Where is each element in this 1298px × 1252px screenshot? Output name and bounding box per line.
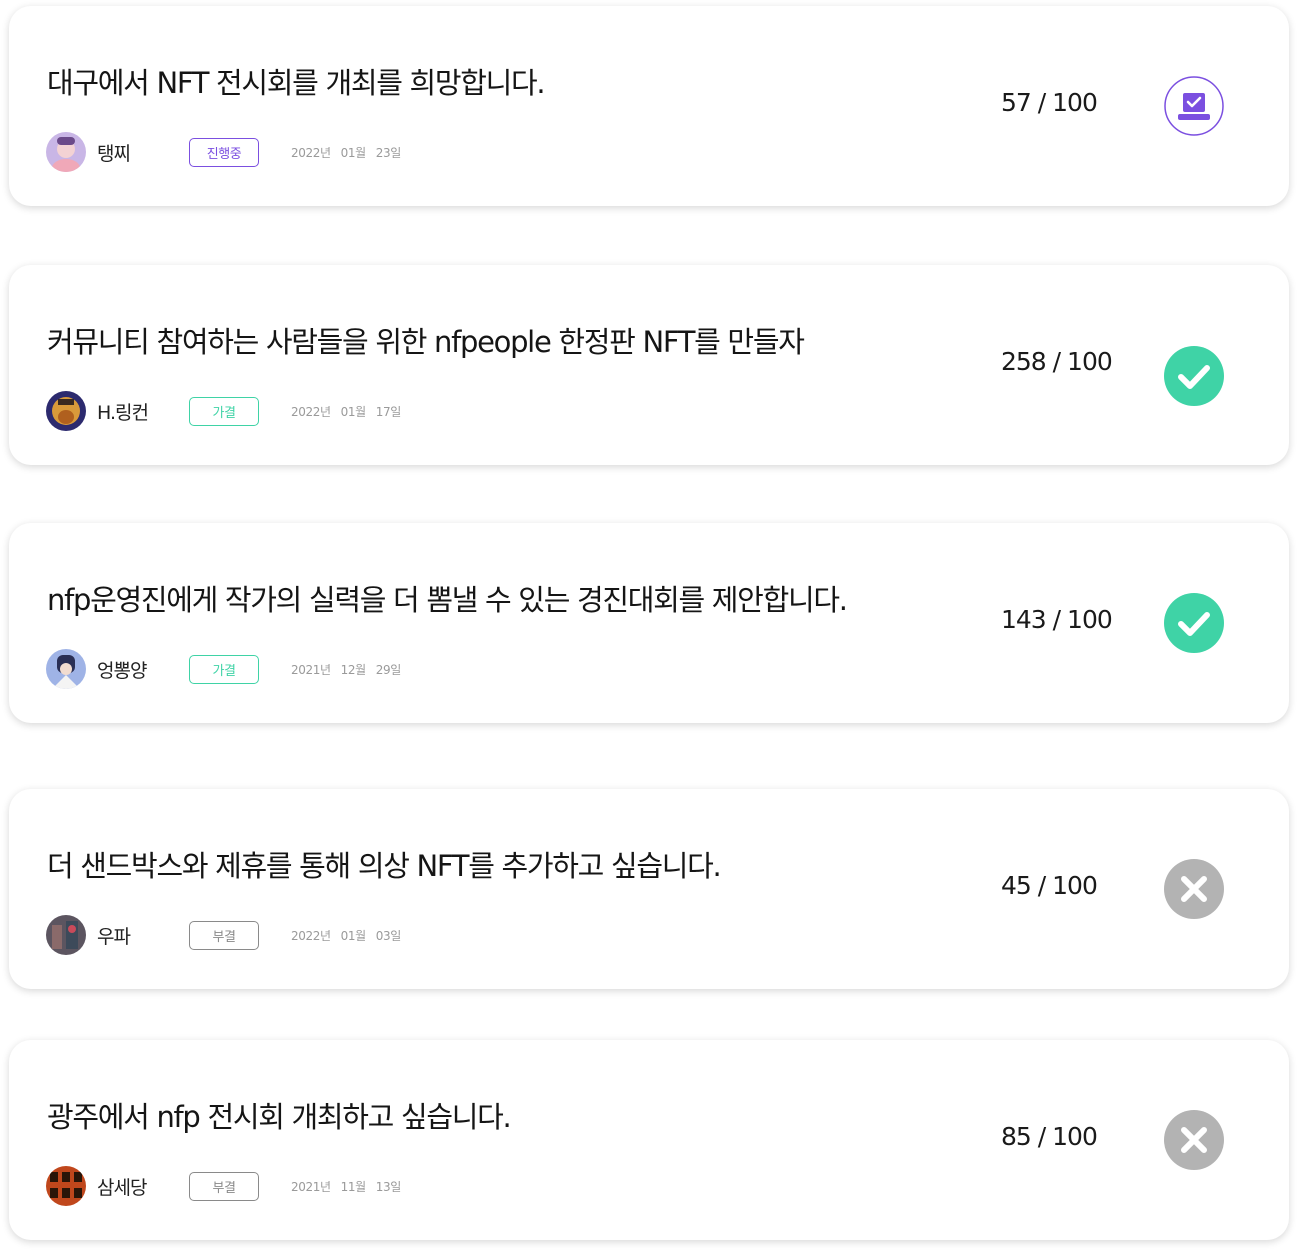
proposal-card[interactable]: 더 샌드박스와 제휴를 통해 의상 NFT를 추가하고 싶습니다. 우파 부결 …: [9, 789, 1289, 989]
proposal-card[interactable]: nfp운영진에게 작가의 실력을 더 뽐낼 수 있는 경진대회를 제안합니다. …: [9, 523, 1289, 723]
date-day: 23일: [375, 146, 402, 160]
status-badge: 진행중: [189, 138, 259, 167]
proposal-title[interactable]: 더 샌드박스와 제휴를 통해 의상 NFT를 추가하고 싶습니다.: [47, 843, 722, 885]
x-icon: [1164, 1110, 1224, 1170]
status-badge: 부결: [189, 1172, 259, 1201]
avatar: [46, 915, 86, 955]
date-year: 2021년: [291, 663, 331, 677]
proposal-title[interactable]: 대구에서 NFT 전시회를 개최를 희망합니다.: [47, 60, 546, 102]
proposal-title[interactable]: nfp운영진에게 작가의 실력을 더 뽐낼 수 있는 경진대회를 제안합니다.: [47, 577, 848, 619]
author-name[interactable]: 삼세당: [97, 1173, 147, 1200]
proposal-card[interactable]: 광주에서 nfp 전시회 개최하고 싶습니다. 삼세당 부결 2021년 11월…: [9, 1040, 1289, 1240]
vote-icon[interactable]: [1164, 76, 1224, 136]
date-month: 01월: [340, 929, 367, 943]
date-year: 2022년: [291, 929, 331, 943]
date-day: 13일: [375, 1180, 402, 1194]
proposal-title[interactable]: 광주에서 nfp 전시회 개최하고 싶습니다.: [47, 1094, 512, 1136]
author-name[interactable]: 우파: [97, 922, 131, 949]
check-icon: [1164, 346, 1224, 406]
date: 2022년 01월 03일: [291, 927, 401, 944]
avatar: [46, 132, 86, 172]
status-badge: 부결: [189, 921, 259, 950]
check-icon: [1164, 593, 1224, 653]
proposal-card[interactable]: 대구에서 NFT 전시회를 개최를 희망합니다. 탱찌 진행중 2022년 01…: [9, 6, 1289, 206]
vote-score: 258 / 100: [1001, 347, 1113, 376]
date-month: 01월: [340, 146, 367, 160]
author-name[interactable]: 엉뽕양: [97, 656, 147, 683]
date-day: 29일: [375, 663, 402, 677]
date-year: 2022년: [291, 146, 331, 160]
date: 2021년 11월 13일: [291, 1178, 401, 1195]
status-badge: 가결: [189, 655, 259, 684]
date-day: 17일: [375, 405, 402, 419]
vote-score: 85 / 100: [1001, 1122, 1098, 1151]
vote-score: 57 / 100: [1001, 88, 1098, 117]
date: 2022년 01월 17일: [291, 403, 401, 420]
avatar: [46, 1166, 86, 1206]
date-month: 11월: [340, 1180, 367, 1194]
vote-score: 45 / 100: [1001, 871, 1098, 900]
status-badge: 가결: [189, 397, 259, 426]
proposal-title[interactable]: 커뮤니티 참여하는 사람들을 위한 nfpeople 한정판 NFT를 만들자: [47, 319, 805, 361]
date-month: 01월: [340, 405, 367, 419]
proposal-card[interactable]: 커뮤니티 참여하는 사람들을 위한 nfpeople 한정판 NFT를 만들자 …: [9, 265, 1289, 465]
date: 2021년 12월 29일: [291, 661, 401, 678]
date-year: 2022년: [291, 405, 331, 419]
author-name[interactable]: 탱찌: [97, 139, 131, 166]
date-year: 2021년: [291, 1180, 331, 1194]
proposal-list: 대구에서 NFT 전시회를 개최를 희망합니다. 탱찌 진행중 2022년 01…: [0, 0, 1298, 1252]
author-name[interactable]: H.링컨: [97, 398, 149, 425]
avatar: [46, 649, 86, 689]
avatar: [46, 391, 86, 431]
vote-score: 143 / 100: [1001, 605, 1113, 634]
date-day: 03일: [375, 929, 402, 943]
date-month: 12월: [340, 663, 367, 677]
x-icon: [1164, 859, 1224, 919]
date: 2022년 01월 23일: [291, 144, 401, 161]
